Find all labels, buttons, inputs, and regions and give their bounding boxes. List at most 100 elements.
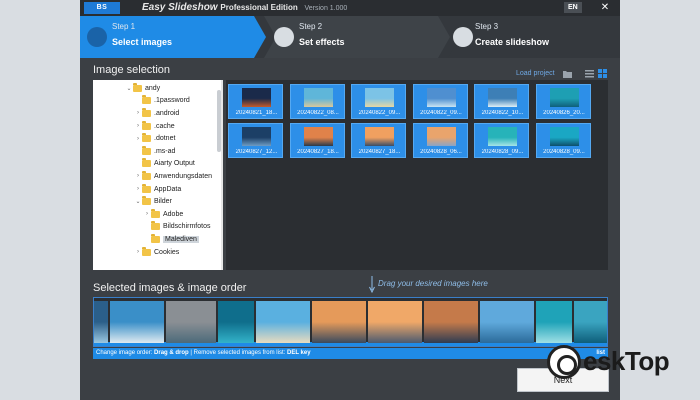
chevron-icon[interactable]: ⌄ xyxy=(134,198,142,205)
close-icon[interactable]: ✕ xyxy=(594,1,616,14)
grid-view-icon[interactable] xyxy=(597,68,608,79)
list-view-icon[interactable] xyxy=(584,68,595,79)
folder-icon xyxy=(142,196,151,206)
thumbnail-label: 20240822_09... xyxy=(358,110,401,116)
image-thumbnail[interactable]: 20240828_09... xyxy=(535,123,591,158)
language-button[interactable]: EN xyxy=(564,2,582,13)
step-1[interactable]: Step 1 Select images xyxy=(80,16,266,58)
strip-image[interactable] xyxy=(218,301,254,343)
folder-icon xyxy=(142,95,151,105)
thumbnail-label: 20240827_18... xyxy=(358,149,401,155)
folder-icon xyxy=(151,233,160,243)
chevron-icon[interactable]: › xyxy=(134,136,142,142)
tree-item-label: Bildschirmfotos xyxy=(163,223,211,231)
selected-images-title: Selected images & image order xyxy=(93,282,247,294)
step-2[interactable]: Step 2 Set effects xyxy=(264,16,450,58)
thumbnail-image xyxy=(488,127,517,146)
chevron-icon[interactable]: › xyxy=(134,186,142,192)
folder-icon xyxy=(151,208,160,218)
tree-item-label: .cache xyxy=(154,122,175,130)
tree-item[interactable]: › Adobe xyxy=(143,208,183,221)
image-thumbnail[interactable]: 20240826_20... xyxy=(535,84,591,119)
arrow-down-icon xyxy=(369,276,375,294)
thumbnail-label: 20240821_18... xyxy=(235,110,278,116)
strip-image[interactable] xyxy=(574,301,607,343)
thumbnail-image xyxy=(426,88,456,107)
folder-icon xyxy=(142,246,151,256)
strip-image[interactable] xyxy=(256,301,310,343)
step-2-label: Set effects xyxy=(299,37,345,47)
app-edition: Professional Edition xyxy=(220,3,298,12)
tree-item[interactable]: › .android xyxy=(134,107,179,120)
strip-image[interactable] xyxy=(424,301,478,343)
tree-item[interactable]: Bildschirmfotos xyxy=(143,221,210,234)
image-thumbnail[interactable]: 20240821_18... xyxy=(228,84,283,119)
folder-icon xyxy=(142,158,151,168)
tree-item[interactable]: › AppData xyxy=(134,183,181,196)
image-thumbnail[interactable]: 20240827_18... xyxy=(351,123,406,158)
tree-item[interactable]: › Cookies xyxy=(134,246,179,259)
app-window: BS COMP Easy Slideshow Professional Edit… xyxy=(80,0,620,400)
thumbnail-image xyxy=(303,88,333,107)
step-1-number: Step 1 xyxy=(112,22,136,31)
tree-item[interactable]: › .cache xyxy=(134,120,175,133)
step-3-number: Step 3 xyxy=(475,22,499,31)
step-1-background xyxy=(80,16,266,58)
image-thumbnail[interactable]: 20240822_10... xyxy=(474,84,529,119)
hint-key: DEL key xyxy=(286,350,311,356)
step-1-indicator xyxy=(87,27,107,47)
image-thumbnail[interactable]: 20240822_08... xyxy=(289,84,345,119)
folder-icon xyxy=(142,170,151,180)
tree-item[interactable]: ⌄ andy xyxy=(125,82,160,95)
strip-image[interactable] xyxy=(368,301,422,343)
image-grid[interactable]: 20240821_18... 20240822_08... 20240822_09.… xyxy=(226,80,608,270)
thumbnail-label: 20240828_09... xyxy=(543,149,585,155)
strip-image[interactable] xyxy=(536,301,572,343)
strip-image[interactable] xyxy=(480,301,534,343)
image-thumbnail[interactable]: 20240828_06... xyxy=(412,123,468,158)
step-3-indicator xyxy=(453,27,473,47)
folder-icon xyxy=(151,221,160,231)
image-selection-title: Image selection xyxy=(93,64,171,76)
image-thumbnail[interactable]: 20240822_09... xyxy=(412,84,468,119)
chevron-icon[interactable]: › xyxy=(134,173,142,179)
thumbnail-image xyxy=(549,127,579,146)
thumbnail-label: 20240827_12... xyxy=(235,149,278,155)
load-project-link[interactable]: Load project xyxy=(516,70,555,77)
folder-tree[interactable]: ⌄ andy .1password › .android › .cache › .dotnet.… xyxy=(93,80,223,270)
tree-item[interactable]: .1password xyxy=(134,95,190,108)
tree-item-label: .android xyxy=(154,109,180,117)
folder-open-icon[interactable] xyxy=(562,68,573,79)
tree-item[interactable]: › .dotnet xyxy=(134,132,175,145)
image-thumbnail[interactable]: 20240827_12... xyxy=(228,123,283,158)
tree-item-label: AppData xyxy=(154,185,182,193)
strip-image[interactable] xyxy=(110,301,164,343)
thumbnail-label: 20240828_09... xyxy=(481,149,524,155)
step-3-label: Create slideshow xyxy=(475,37,550,47)
tree-item[interactable]: ⌄ Bilder xyxy=(134,195,172,208)
chevron-icon[interactable]: › xyxy=(143,211,151,217)
image-thumbnail[interactable]: 20240827_18... xyxy=(289,123,345,158)
tree-item[interactable]: .ms-ad xyxy=(134,145,175,158)
step-3[interactable]: Step 3 Create slideshow xyxy=(448,16,620,58)
thumbnail-image xyxy=(426,127,456,146)
tree-item[interactable]: › Anwendungsdaten xyxy=(134,170,212,183)
tree-item-label: Aiarty Output xyxy=(154,160,195,168)
chevron-icon[interactable]: ⌄ xyxy=(125,85,133,92)
chevron-icon[interactable]: › xyxy=(134,110,142,116)
app-version: Version 1.000 xyxy=(304,5,348,12)
thumbnail-label: 20240822_09... xyxy=(420,110,462,116)
strip-image[interactable] xyxy=(166,301,216,343)
tree-item-label: .ms-ad xyxy=(154,147,176,155)
tree-item-label: Cookies xyxy=(154,248,180,256)
tree-item[interactable]: Aiarty Output xyxy=(134,158,195,171)
chevron-icon[interactable]: › xyxy=(134,249,142,255)
image-thumbnail[interactable]: 20240828_09... xyxy=(474,123,529,158)
image-thumbnail[interactable]: 20240822_09... xyxy=(351,84,406,119)
strip-image[interactable] xyxy=(312,301,366,343)
hint-action: Drag & drop xyxy=(154,350,189,356)
selected-images-strip[interactable] xyxy=(93,297,608,347)
tree-item[interactable]: Malediven xyxy=(143,233,199,246)
chevron-icon[interactable]: › xyxy=(134,123,142,129)
strip-image[interactable] xyxy=(94,301,108,343)
